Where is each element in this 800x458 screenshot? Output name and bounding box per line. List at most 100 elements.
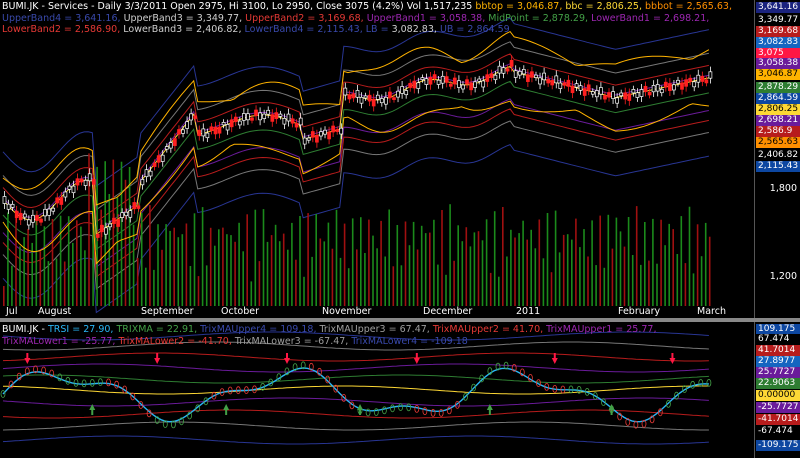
volume-bar xyxy=(550,272,553,306)
candle-body xyxy=(412,80,417,89)
arrow-stem xyxy=(26,353,29,358)
volume-bar xyxy=(424,233,427,306)
volume-bar xyxy=(59,215,62,306)
candle-body xyxy=(43,208,47,217)
price-scale-label-1: 3,349.77 xyxy=(756,15,800,26)
header-lowerband1: LowerBand1 = 2,698.21, xyxy=(591,12,710,24)
volume-bar xyxy=(222,227,224,306)
date-label-september: September xyxy=(141,306,194,317)
candle-body xyxy=(481,80,486,88)
candle-body xyxy=(298,117,303,126)
candle-body xyxy=(55,197,60,204)
volume-bar xyxy=(603,267,606,306)
candle-body xyxy=(112,217,116,224)
candle-body xyxy=(578,85,583,91)
volume-bar xyxy=(51,219,54,306)
candle-body xyxy=(302,137,307,145)
volume-bar xyxy=(140,213,143,306)
volume-bar xyxy=(238,222,240,306)
candle-body xyxy=(688,77,693,82)
volume-bar xyxy=(116,197,119,306)
candle-body xyxy=(79,178,84,183)
date-label-august: August xyxy=(38,306,72,317)
candle-body xyxy=(315,134,319,143)
volume-bar xyxy=(327,222,330,306)
oscillator-pane[interactable]: BUMI.JK - TRSI = 27.90, TRIXMA = 22.91, … xyxy=(0,322,800,458)
volume-bar xyxy=(562,234,565,306)
osc-band-line-7 xyxy=(2,409,709,419)
arrow-stem xyxy=(91,410,94,415)
candle-body xyxy=(538,77,542,85)
candle-body xyxy=(542,72,546,81)
price-scale-label-0: 3,641.16 xyxy=(756,2,800,13)
candle-body xyxy=(71,185,76,194)
volume-bar xyxy=(282,233,285,306)
candle-body xyxy=(558,82,563,89)
candle-body xyxy=(627,93,632,101)
candle-body xyxy=(635,92,640,98)
candle-body xyxy=(286,113,291,122)
osc-marker xyxy=(98,378,103,386)
volume-bar xyxy=(449,204,451,306)
osc-scale-label-2: 41.7014 xyxy=(756,345,800,356)
price-plot[interactable] xyxy=(0,0,755,318)
candle-body xyxy=(428,77,433,85)
candle-body xyxy=(221,122,226,126)
price-scale-label-2: 3,169.68 xyxy=(756,26,800,37)
price-chart-pane[interactable]: BUMI.JK - Services - Daily 3/3/2011 Open… xyxy=(0,0,800,318)
osc-scale-label-9: -67.474 xyxy=(756,426,800,437)
volume-bar xyxy=(27,229,29,306)
volume-bar xyxy=(149,205,151,306)
volume-bar xyxy=(392,266,395,306)
osc-marker xyxy=(89,379,95,387)
volume-bar xyxy=(498,276,500,306)
volume-bar xyxy=(485,219,488,306)
candle-body xyxy=(181,129,185,134)
price-axis[interactable]: 3,641.16 3,349.77 3,169.68 3,082.83 3,075 3,0… xyxy=(754,0,800,318)
date-label-november: November xyxy=(322,306,372,317)
header-volume: Vol 1,517,235 xyxy=(406,1,473,12)
volume-bar xyxy=(270,235,273,306)
volume-bar xyxy=(80,226,82,306)
candle-body xyxy=(359,96,364,104)
candle-body xyxy=(582,88,587,96)
volume-bar xyxy=(307,213,309,306)
candle-body xyxy=(570,85,575,94)
candle-body xyxy=(254,109,258,117)
osc-band-line-8 xyxy=(2,421,709,431)
osc-marker xyxy=(698,379,704,387)
candle-body xyxy=(416,82,421,89)
oscillator-axis[interactable]: 109.175 67.474 41.7014 27.8977 25.7727 22.906… xyxy=(754,322,800,458)
volume-bar xyxy=(63,261,66,306)
candle-body xyxy=(501,67,506,74)
candle-body xyxy=(266,109,271,115)
candle-body xyxy=(420,77,425,81)
candle-body xyxy=(517,70,522,76)
candle-body xyxy=(355,90,360,98)
candle-body xyxy=(452,77,457,85)
volume-bar xyxy=(303,276,305,306)
volume-bar xyxy=(376,248,378,306)
volume-bar xyxy=(291,222,293,306)
volume-bar xyxy=(209,227,212,306)
volume-bar xyxy=(481,240,484,306)
volume-bar xyxy=(396,225,399,306)
header-bbtop: bbtop = 3,046.87, xyxy=(475,1,563,12)
osc-band-line-3 xyxy=(2,363,709,373)
volume-bar xyxy=(469,246,472,306)
candle-body xyxy=(95,233,100,238)
candle-body xyxy=(521,69,526,75)
volume-bar xyxy=(571,239,573,306)
volume-bar xyxy=(506,256,508,306)
volume-bar xyxy=(554,210,557,306)
candle-body xyxy=(611,91,615,99)
volume-bar xyxy=(457,225,459,306)
volume-bar xyxy=(696,224,699,306)
volume-bar xyxy=(640,264,642,306)
volume-bar xyxy=(214,245,216,306)
candle-body xyxy=(225,124,230,131)
volume-bar xyxy=(542,258,545,306)
candle-body xyxy=(363,95,368,99)
volume-bar xyxy=(546,213,549,306)
candle-body xyxy=(323,129,327,135)
